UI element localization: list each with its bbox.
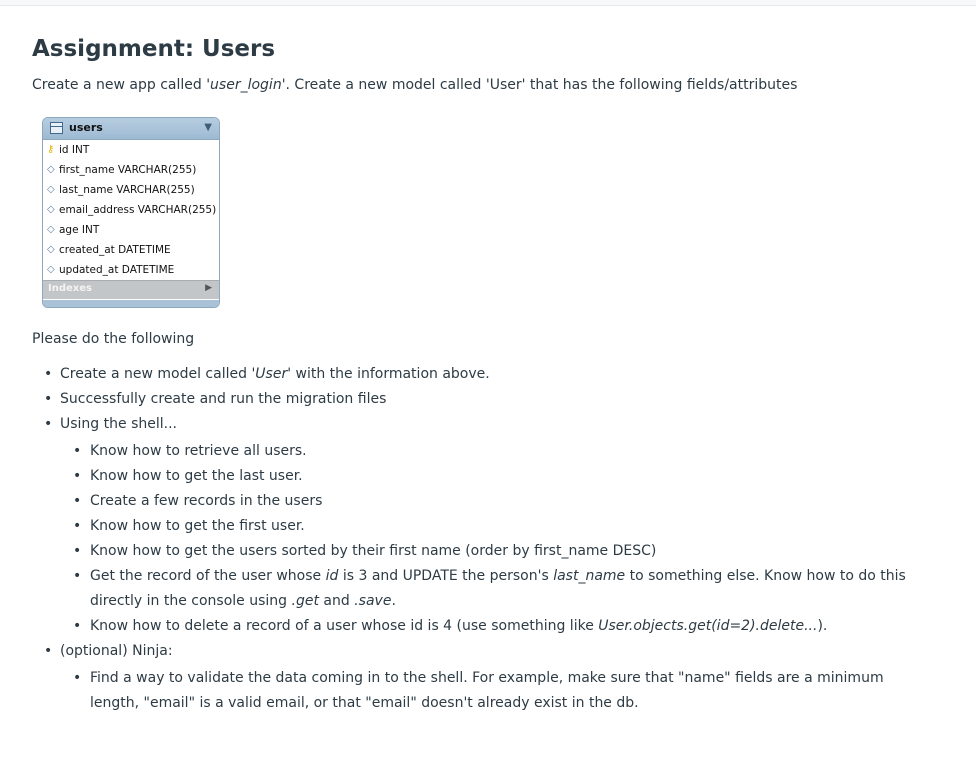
chevron-down-icon[interactable]: ▼ (204, 122, 212, 133)
list-item: Create a new model called 'User' with th… (32, 362, 932, 387)
list-item: Know how to get the users sorted by thei… (60, 539, 932, 564)
instructions-heading: Please do the following (32, 331, 195, 347)
shell-task-list: Know how to retrieve all users. Know how… (60, 439, 932, 639)
page-title: Assignment: Users (32, 36, 276, 62)
field-row: ◇ last_name VARCHAR(255) (43, 180, 219, 200)
field-row: ⚷ id INT (43, 140, 219, 160)
indexes-label: Indexes (48, 283, 92, 294)
field-row: ◇ age INT (43, 220, 219, 240)
diamond-icon: ◇ (47, 184, 55, 195)
diamond-icon: ◇ (47, 204, 55, 215)
indexes-section[interactable]: Indexes ▶ (43, 280, 219, 299)
assignment-content: Assignment: Users Create a new app calle… (32, 32, 932, 96)
app-name: user_login (210, 77, 282, 93)
diamond-icon: ◇ (47, 164, 55, 175)
task-list: Create a new model called 'User' with th… (32, 362, 932, 716)
intro-text: Create a new app called 'user_login'. Cr… (32, 77, 798, 93)
table-icon (50, 122, 63, 134)
table-footer-bar (43, 300, 219, 307)
field-row: ◇ updated_at DATETIME (43, 260, 219, 280)
key-icon: ⚷ (47, 144, 55, 155)
diamond-icon: ◇ (47, 244, 55, 255)
list-item: Find a way to validate the data coming i… (60, 666, 932, 716)
users-table-diagram: users ▼ ⚷ id INT ◇ first_name VARCHAR(255)… (42, 117, 220, 308)
list-item: Know how to delete a record of a user wh… (60, 614, 932, 639)
list-item: Create a few records in the users (60, 489, 932, 514)
diamond-icon: ◇ (47, 224, 55, 235)
list-item: Know how to get the last user. (60, 464, 932, 489)
diamond-icon: ◇ (47, 264, 55, 275)
list-item: Get the record of the user whose id is 3… (60, 564, 932, 614)
table-name: users (69, 121, 103, 134)
field-row: ◇ first_name VARCHAR(255) (43, 160, 219, 180)
field-row: ◇ created_at DATETIME (43, 240, 219, 260)
table-header: users ▼ (43, 118, 219, 140)
list-item: Know how to get the first user. (60, 514, 932, 539)
field-row: ◇ email_address VARCHAR(255) (43, 200, 219, 220)
list-item: Using the shell... Know how to retrieve … (32, 412, 932, 639)
list-item: Successfully create and run the migratio… (32, 387, 932, 412)
ninja-task-list: Find a way to validate the data coming i… (60, 666, 932, 716)
list-item: (optional) Ninja: Find a way to validate… (32, 639, 932, 716)
triangle-right-icon[interactable]: ▶ (205, 283, 212, 293)
list-item: Know how to retrieve all users. (60, 439, 932, 464)
top-border (0, 0, 976, 6)
